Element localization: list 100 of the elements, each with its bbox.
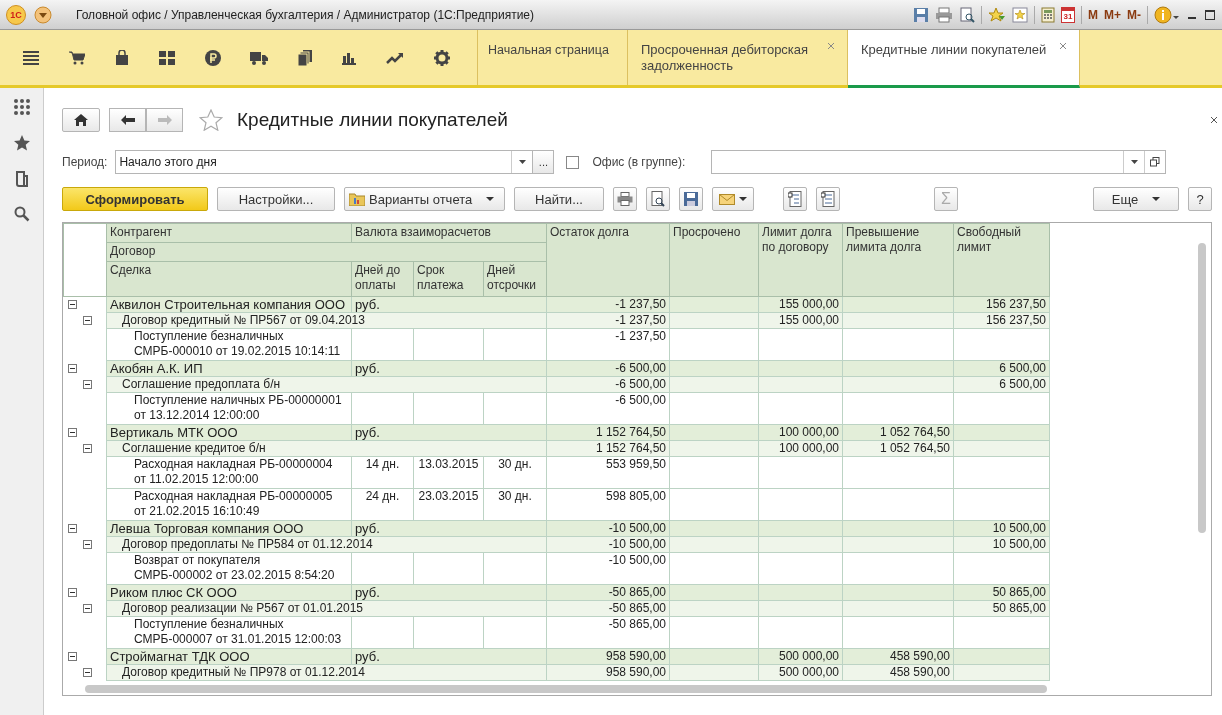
folder-chart-icon	[349, 192, 365, 206]
info-icon[interactable]	[1154, 5, 1180, 24]
menu-icon[interactable]	[22, 50, 39, 65]
table-cell: Расходная накладная РБ-00000004 от 11.02.2015 12:00:00	[134, 457, 333, 486]
collapse-toggle[interactable]	[67, 523, 77, 533]
collapse-toggle[interactable]	[82, 667, 92, 677]
collapse-toggle[interactable]	[82, 539, 92, 549]
calendar-icon[interactable]: 31	[1061, 6, 1075, 23]
collapse-toggle[interactable]	[67, 651, 77, 661]
settings-icon[interactable]	[433, 49, 450, 66]
more-button[interactable]: Еще	[1093, 187, 1179, 211]
bag-icon[interactable]	[114, 49, 129, 66]
table-cell: Возврат от покупателя СМРБ-000002 от 23.02.2015 8:54:20	[134, 553, 335, 582]
collapse-toggle[interactable]	[67, 587, 77, 597]
table-cell: -50 865,00	[608, 617, 666, 631]
column-header: Превышение лимита долга	[842, 223, 954, 297]
report-variants-button[interactable]: Варианты отчета	[344, 187, 505, 211]
save-button[interactable]	[679, 187, 703, 211]
window-title: Головной офис / Управленческая бухгалтерия / Администратор (1С:Предприятие)	[76, 7, 534, 22]
preview-button[interactable]	[646, 187, 670, 211]
find-button[interactable]: Найти...	[514, 187, 604, 211]
table-cell: 24 дн.	[365, 489, 400, 503]
help-button[interactable]: ?	[1188, 187, 1212, 211]
ruble-icon[interactable]	[204, 49, 221, 66]
send-mail-button[interactable]	[712, 187, 754, 211]
table-cell: -1 237,50	[615, 297, 666, 311]
grid-icon[interactable]	[158, 50, 175, 65]
table-cell: 156 237,50	[985, 297, 1046, 311]
settings-button[interactable]: Настройки...	[217, 187, 335, 211]
print-icon[interactable]	[935, 6, 953, 23]
arrow-right-icon	[157, 115, 172, 125]
collapse-groups-button[interactable]	[816, 187, 840, 211]
favorite-star-icon[interactable]	[199, 109, 223, 131]
tab[interactable]: Начальная страница	[478, 30, 628, 85]
expand-groups-button[interactable]	[783, 187, 807, 211]
column-header: Контрагент	[106, 223, 352, 243]
floppy-icon	[684, 192, 698, 206]
star-icon[interactable]	[12, 134, 31, 152]
star-add-icon[interactable]	[988, 6, 1006, 23]
column-header: Остаток долга	[546, 223, 670, 297]
choose-button[interactable]: ...	[532, 150, 555, 174]
table-cell: -10 500,00	[608, 553, 666, 567]
home-button[interactable]	[62, 108, 100, 132]
table-cell: 14 дн.	[365, 457, 400, 471]
table-cell: -10 500,00	[608, 537, 666, 551]
table-cell: 1 152 764,50	[595, 441, 666, 455]
collapse-toggle[interactable]	[82, 603, 92, 613]
dropdown-icon[interactable]	[1130, 160, 1138, 164]
caret-icon	[486, 197, 494, 201]
column-header: Дней до оплаты	[351, 261, 414, 297]
collapse-toggle[interactable]	[82, 315, 92, 325]
table-cell: 6 500,00	[999, 377, 1046, 391]
collapse-toggle[interactable]	[67, 427, 77, 437]
table-cell: 458 590,00	[889, 649, 950, 663]
table-cell: 958 590,00	[605, 649, 666, 663]
apps-icon[interactable]	[12, 98, 31, 116]
bar-chart-icon[interactable]	[342, 50, 357, 65]
close-icon[interactable]	[1059, 42, 1067, 50]
memory-button[interactable]: M	[1088, 7, 1098, 22]
period-label: Период:	[62, 155, 108, 169]
page-title: Кредитные линии покупателей	[237, 109, 508, 131]
table-cell: Расходная накладная РБ-00000005 от 21.02.2015 16:10:49	[134, 489, 333, 518]
documents-icon[interactable]	[298, 49, 313, 66]
office-checkbox[interactable]	[566, 155, 580, 169]
table-cell: 6 500,00	[999, 361, 1046, 375]
dropdown-icon[interactable]	[518, 160, 526, 164]
cart-icon[interactable]	[68, 50, 85, 65]
column-header: Срок платежа	[413, 261, 484, 297]
period-field[interactable]: Начало этого дня	[115, 150, 534, 174]
generate-button[interactable]: Сформировать	[62, 187, 208, 211]
tab[interactable]: Кредитные линии покупателей	[848, 30, 1080, 88]
table-cell: 30 дн.	[498, 457, 532, 471]
history-icon[interactable]	[13, 170, 30, 188]
collapse-toggle[interactable]	[82, 443, 92, 453]
memory-button[interactable]: M+	[1104, 7, 1121, 22]
maximize-icon[interactable]	[1204, 8, 1216, 21]
collapse-toggle[interactable]	[82, 379, 92, 389]
collapse-toggle[interactable]	[67, 363, 77, 373]
calculator-icon[interactable]	[1041, 6, 1055, 23]
trend-icon[interactable]	[386, 51, 405, 64]
table-cell: 155 000,00	[778, 297, 839, 311]
table-cell: Поступление наличных РБ-00000001 от 13.12.2014 12:00:00	[134, 393, 342, 422]
table-cell: 458 590,00	[889, 665, 950, 679]
preview-icon[interactable]	[959, 6, 975, 23]
table-cell: -6 500,00	[615, 361, 666, 375]
preview-icon	[651, 191, 665, 207]
home-icon	[74, 114, 88, 126]
column-header: Свободный лимит	[953, 223, 1050, 297]
truck-icon[interactable]	[250, 50, 269, 65]
menu-dropdown-icon[interactable]	[34, 5, 52, 24]
collapse-toggle[interactable]	[67, 300, 77, 309]
back-button[interactable]	[109, 108, 146, 132]
open-window-icon[interactable]	[1150, 157, 1161, 167]
search-icon[interactable]	[13, 206, 30, 222]
office-field[interactable]	[711, 150, 1167, 174]
printer-icon	[617, 192, 633, 206]
close-icon[interactable]	[1210, 116, 1218, 124]
print-button[interactable]	[613, 187, 637, 211]
save-icon[interactable]	[913, 6, 929, 23]
memory-button[interactable]: M-	[1127, 7, 1141, 22]
